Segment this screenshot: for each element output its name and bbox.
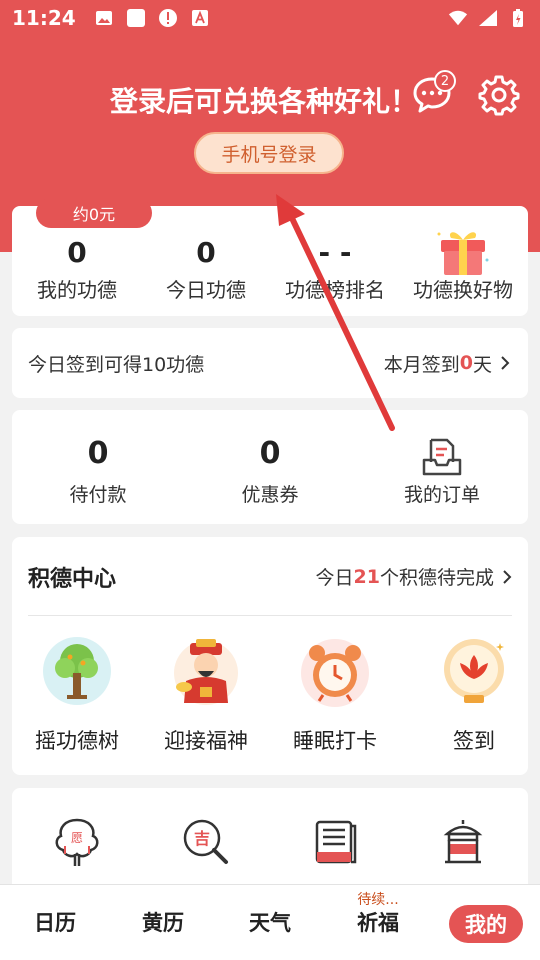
signin-month-suffix: 天 bbox=[472, 353, 492, 376]
svg-text:吉: 吉 bbox=[194, 829, 210, 848]
wifi-icon bbox=[448, 8, 468, 28]
fortune-god-icon bbox=[174, 639, 238, 705]
alarm-clock-icon bbox=[301, 639, 369, 707]
approx-value-badge: 约0元 bbox=[36, 198, 152, 228]
coupons[interactable]: 0 优惠券 bbox=[190, 436, 350, 507]
status-time: 11:24 bbox=[12, 6, 76, 30]
tab-calendar[interactable]: 日历 bbox=[15, 907, 95, 937]
temple-icon bbox=[443, 820, 483, 864]
gift-icon bbox=[437, 232, 489, 275]
svg-text:愿: 愿 bbox=[71, 831, 83, 845]
signin-month-prefix: 本月签到 bbox=[383, 353, 460, 376]
chevron-right-icon bbox=[503, 569, 512, 584]
daily-checkin[interactable]: 签到 bbox=[409, 635, 539, 755]
message-badge: 2 bbox=[434, 70, 456, 92]
merit-item-label: 签到 bbox=[453, 729, 495, 753]
tools-card: 愿 吉 bbox=[12, 788, 528, 898]
stat-my-merit[interactable]: 0 我的功德 bbox=[12, 236, 142, 303]
stat-value: 0 bbox=[196, 236, 216, 269]
order-tray-icon bbox=[422, 438, 462, 476]
signin-days-count: 0 bbox=[459, 352, 473, 374]
pending-payment-label: 待付款 bbox=[69, 484, 127, 506]
sleep-checkin[interactable]: 睡眠打卡 bbox=[270, 635, 400, 755]
merit-tasks-link[interactable]: 今日 21 个积德待完成 bbox=[316, 563, 514, 590]
tab-blessing-badge: 待续... bbox=[357, 892, 399, 908]
divider bbox=[28, 615, 512, 616]
login-prompt-title: 登录后可兑换各种好礼！ bbox=[110, 85, 419, 118]
merit-item-label: 摇功德树 bbox=[35, 729, 119, 753]
merit-center-card: 积德中心 今日 21 个积德待完成 摇功德树 迎接福神 睡眠打卡 签到 bbox=[12, 537, 528, 775]
settings-button[interactable] bbox=[478, 74, 520, 116]
stat-label: 我的功德 bbox=[37, 278, 117, 302]
gear-icon bbox=[478, 75, 520, 116]
stat-merit-exchange[interactable]: 功德换好物 bbox=[398, 232, 528, 303]
my-orders-label: 我的订单 bbox=[403, 484, 480, 506]
phone-login-button[interactable]: 手机号登录 bbox=[194, 132, 344, 174]
alert-icon bbox=[158, 8, 178, 28]
lotus-icon bbox=[444, 639, 504, 703]
orders-card: 0 待付款 0 优惠券 我的订单 bbox=[12, 410, 528, 524]
battery-icon bbox=[508, 8, 528, 28]
signin-reward-text: 今日签到可得10功德 bbox=[28, 353, 205, 376]
document-icon bbox=[315, 820, 357, 864]
shake-merit-tree[interactable]: 摇功德树 bbox=[12, 635, 142, 755]
pending-payment[interactable]: 0 待付款 bbox=[18, 436, 178, 507]
status-bar: 11:24 bbox=[0, 0, 540, 36]
square-icon bbox=[126, 8, 146, 28]
merit-stats-card: 约0元 0 我的功德 0 今日功德 - - 功德榜排名 功德换好物 bbox=[12, 198, 528, 316]
merit-tasks-count: 21 bbox=[353, 565, 380, 588]
stat-label: 功德换好物 bbox=[413, 278, 513, 302]
image-icon bbox=[94, 8, 114, 28]
coupons-count: 0 bbox=[259, 436, 281, 471]
stat-value: - - bbox=[318, 236, 352, 269]
tab-weather[interactable]: 天气 bbox=[230, 907, 310, 937]
tab-mine[interactable]: 我的 bbox=[449, 905, 523, 943]
merit-item-label: 睡眠打卡 bbox=[293, 729, 377, 753]
tab-blessing[interactable]: 祈福 bbox=[338, 907, 418, 937]
merit-item-label: 迎接福神 bbox=[164, 729, 248, 753]
signal-icon bbox=[478, 8, 498, 28]
welcome-fortune-god[interactable]: 迎接福神 bbox=[141, 635, 271, 755]
stat-label: 功德榜排名 bbox=[285, 278, 385, 302]
stat-value: 0 bbox=[67, 236, 87, 269]
coupons-label: 优惠券 bbox=[241, 484, 299, 506]
lucky-search-icon: 吉 bbox=[183, 819, 228, 864]
merit-link-suffix: 个积德待完成 bbox=[379, 567, 494, 589]
signin-row[interactable]: 今日签到可得10功德 本月签到 0 天 bbox=[12, 328, 528, 398]
my-orders[interactable]: 我的订单 bbox=[362, 436, 522, 507]
stat-label: 今日功德 bbox=[166, 278, 246, 302]
wish-tree-icon: 愿 bbox=[55, 818, 99, 866]
bottom-tab-bar: 日历 黄历 天气 待续... 祈福 我的 bbox=[0, 884, 540, 960]
tab-almanac[interactable]: 黄历 bbox=[123, 907, 203, 937]
pending-payment-count: 0 bbox=[87, 436, 109, 471]
merit-center-title: 积德中心 bbox=[28, 567, 117, 592]
font-icon bbox=[190, 8, 210, 28]
tree-icon bbox=[43, 637, 111, 705]
stat-today-merit[interactable]: 0 今日功德 bbox=[141, 236, 271, 303]
merit-link-prefix: 今日 bbox=[315, 567, 354, 589]
stat-merit-ranking[interactable]: - - 功德榜排名 bbox=[270, 236, 400, 303]
chevron-right-icon bbox=[501, 356, 510, 370]
